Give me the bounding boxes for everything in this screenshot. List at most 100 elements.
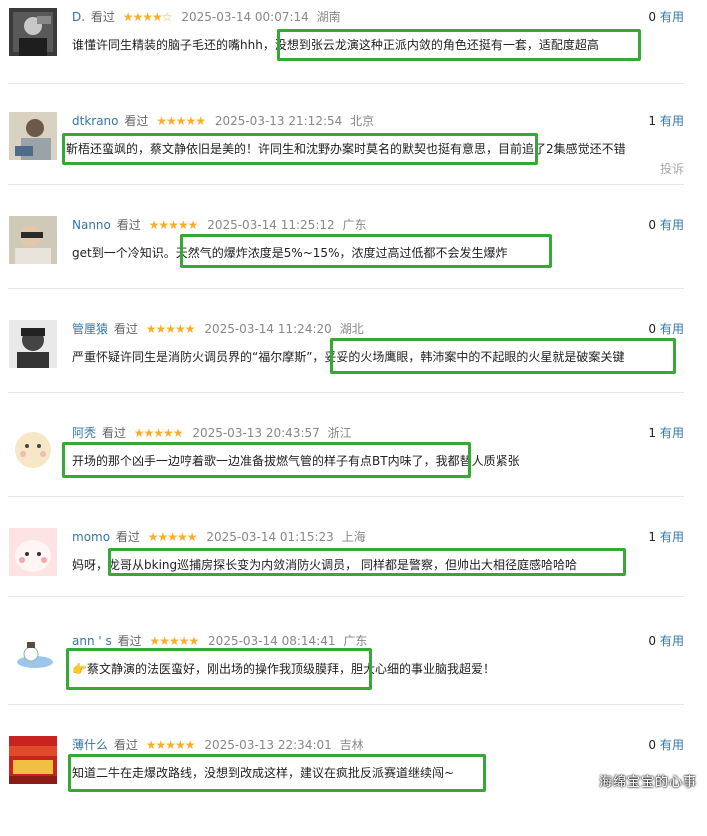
watermark: 海绵宝宝的心事: [598, 775, 697, 790]
comment-item: Nanno 看过 ★★★★★ 2025-03-14 11:25:12 广东 0有…: [0, 216, 700, 316]
comment-text: 靳梧还蛮飒的，蔡文静依旧是美的！许同生和沈野办案时莫名的默契也挺有意思，目前追了…: [66, 142, 626, 156]
comment-meta: 薄什么 看过 ★★★★★ 2025-03-13 22:34:01 吉林: [72, 736, 364, 754]
useful-vote[interactable]: 1 有用: [648, 528, 684, 546]
useful-button[interactable]: 有用: [660, 530, 684, 544]
star-rating: ★★★★★: [156, 114, 206, 128]
timestamp: 2025-03-14 08:14:41: [208, 634, 336, 648]
comment-meta: momo 看过 ★★★★★ 2025-03-14 01:15:23 上海: [72, 528, 366, 546]
timestamp: 2025-03-14 00:07:14: [181, 10, 309, 24]
comment-text: 妈呀，龙哥从bking巡捕房探长变为内敛消防火调员， 同样都是警察，但帅出大相径…: [72, 558, 577, 572]
comment-item: D. 看过 ★★★★☆ 2025-03-14 00:07:14 湖南 0 有用 谁…: [0, 8, 700, 108]
location: 广东: [342, 218, 367, 232]
divider: [8, 704, 684, 705]
username[interactable]: 阿秃: [72, 426, 96, 440]
comment-meta: 管厘猿 看过 ★★★★★ 2025-03-14 11:24:20 湖北: [72, 320, 364, 338]
avatar[interactable]: [9, 424, 57, 472]
useful-vote[interactable]: 1 有用: [648, 424, 684, 442]
location: 浙江: [327, 426, 352, 440]
divider: [8, 288, 684, 289]
comment-meta: dtkrano 看过 ★★★★★ 2025-03-13 21:12:54 北京: [72, 112, 374, 130]
comment-text: 开场的那个凶手一边哼着歌一边准备拔燃气管的样子有点BT内味了，我都替人质紧张: [72, 454, 520, 468]
vote-count: 0: [648, 322, 656, 336]
divider: [8, 83, 684, 84]
username[interactable]: ann ' s: [72, 634, 112, 648]
location: 湖南: [316, 10, 341, 24]
vote-count: 1: [648, 426, 656, 440]
vote-count: 0: [648, 738, 656, 752]
watched-label: 看过: [113, 322, 138, 336]
vote-count: 0: [648, 218, 656, 232]
avatar[interactable]: [9, 320, 57, 368]
star-rating: ★★★★★: [145, 738, 196, 752]
useful-button[interactable]: 有用: [660, 634, 684, 648]
vote-count: 0: [648, 10, 656, 24]
timestamp: 2025-03-13 22:34:01: [204, 738, 332, 752]
useful-vote[interactable]: 1 有用: [648, 112, 684, 130]
divider: [8, 496, 684, 497]
useful-button[interactable]: 有用: [660, 322, 684, 336]
star-rating: ★★★★☆: [122, 10, 173, 24]
comment-text: 👉蔡文静演的法医蛮好，刚出场的操作我顶级膜拜，胆大心细的事业脑我超爱！: [72, 662, 495, 676]
username[interactable]: momo: [72, 530, 110, 544]
timestamp: 2025-03-14 11:24:20: [204, 322, 332, 336]
comment-meta: ann ' s 看过 ★★★★★ 2025-03-14 08:14:41 广东: [72, 632, 367, 650]
username[interactable]: dtkrano: [72, 114, 119, 128]
star-rating: ★★★★★: [148, 218, 199, 232]
timestamp: 2025-03-13 20:43:57: [192, 426, 320, 440]
watched-label: 看过: [124, 114, 149, 128]
username[interactable]: D.: [72, 10, 85, 24]
useful-vote[interactable]: 0 有用: [648, 632, 684, 650]
watched-label: 看过: [117, 634, 142, 648]
comment-text: get到一个冷知识。天然气的爆炸浓度是5%~15%，浓度过高过低都不会发生爆炸: [72, 246, 508, 260]
comment-text: 谁懂许同生精装的脑子毛还的嘴hhh，没想到张云龙演这种正派内敛的角色还挺有一套，…: [72, 38, 599, 52]
timestamp: 2025-03-14 11:25:12: [207, 218, 335, 232]
comment-meta: 阿秃 看过 ★★★★★ 2025-03-13 20:43:57 浙江: [72, 424, 352, 442]
location: 上海: [341, 530, 366, 544]
comment-item: momo 看过 ★★★★★ 2025-03-14 01:15:23 上海 1 有用…: [0, 528, 700, 628]
useful-button[interactable]: 有用: [660, 218, 684, 232]
useful-vote[interactable]: 0 有用: [648, 8, 684, 26]
useful-vote[interactable]: 0 有用: [648, 736, 684, 754]
useful-button[interactable]: 有用: [660, 10, 684, 24]
timestamp: 2025-03-13 21:12:54: [214, 114, 343, 128]
divider: [8, 392, 684, 393]
comment-item: 阿秃 看过 ★★★★★ 2025-03-13 20:43:57 浙江 1 有用 开…: [0, 424, 700, 524]
avatar[interactable]: [9, 216, 57, 264]
star-rating: ★★★★★: [145, 322, 196, 336]
useful-button[interactable]: 有用: [660, 114, 684, 128]
comment-text: 知道二牛在走爆改路线，没想到改成这样，建议在疯批反派赛道继续闯~: [72, 766, 455, 780]
comment-item: dtkrano 看过 ★★★★★ 2025-03-13 21:12:54 北京 …: [0, 112, 700, 212]
username[interactable]: 薄什么: [72, 738, 108, 752]
star-rating: ★★★★★: [149, 634, 199, 648]
useful-vote[interactable]: 0 有用: [648, 216, 684, 234]
star-rating: ★★★★★: [147, 530, 198, 544]
comment-item: 薄什么 看过 ★★★★★ 2025-03-13 22:34:01 吉林 0 有用 …: [0, 736, 700, 836]
location: 湖北: [339, 322, 364, 336]
divider: [8, 596, 684, 597]
vote-count: 1: [648, 114, 656, 128]
avatar[interactable]: [9, 632, 57, 680]
useful-vote[interactable]: 0 有用: [648, 320, 684, 338]
watched-label: 看过: [116, 218, 141, 232]
avatar[interactable]: [9, 528, 57, 576]
useful-button[interactable]: 有用: [660, 738, 684, 752]
timestamp: 2025-03-14 01:15:23: [206, 530, 334, 544]
watched-label: 看过: [113, 738, 138, 752]
star-rating: ★★★★★: [133, 426, 184, 440]
avatar[interactable]: [9, 736, 57, 784]
vote-count: 0: [648, 634, 656, 648]
watched-label: 看过: [101, 426, 126, 440]
avatar[interactable]: [9, 8, 57, 56]
comment-item: 管厘猿 看过 ★★★★★ 2025-03-14 11:24:20 湖北 0 有用 …: [0, 320, 700, 420]
vote-count: 1: [648, 530, 656, 544]
location: 北京: [350, 114, 375, 128]
location: 广东: [343, 634, 368, 648]
username[interactable]: Nanno: [72, 218, 111, 232]
location: 吉林: [339, 738, 364, 752]
username[interactable]: 管厘猿: [72, 322, 108, 336]
useful-button[interactable]: 有用: [660, 426, 684, 440]
comment-meta: Nanno 看过 ★★★★★ 2025-03-14 11:25:12 广东: [72, 216, 366, 234]
comment-meta: D. 看过 ★★★★☆ 2025-03-14 00:07:14 湖南: [72, 8, 341, 26]
report-link[interactable]: 投诉: [660, 160, 684, 177]
avatar[interactable]: [9, 112, 57, 160]
